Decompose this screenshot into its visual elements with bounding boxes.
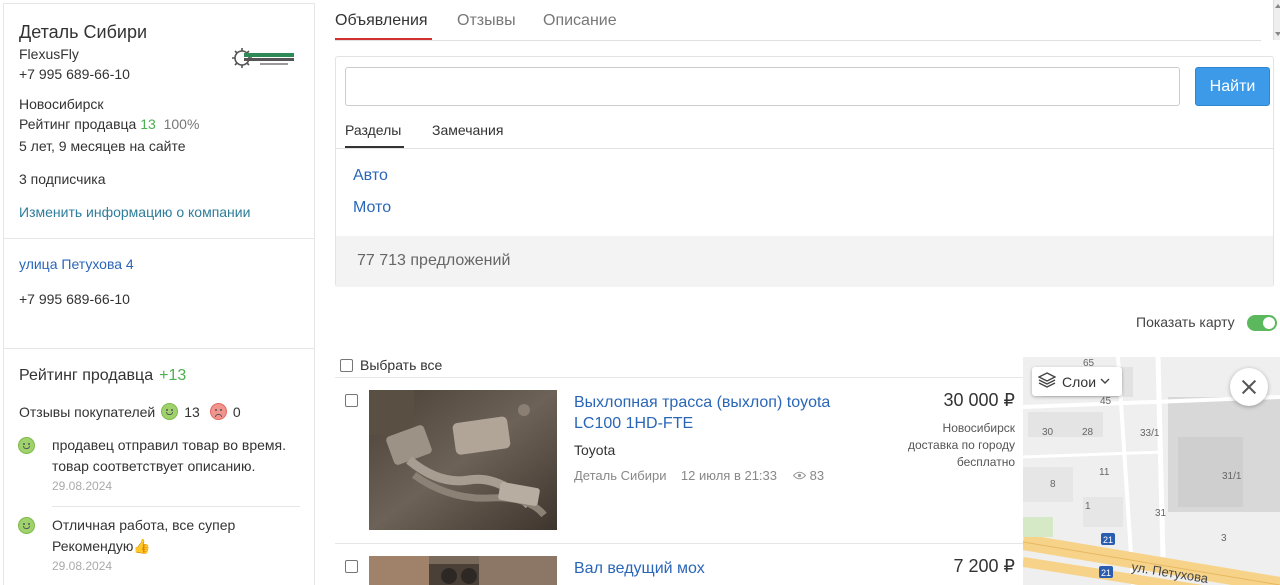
active-tab-indicator bbox=[335, 38, 432, 40]
map-panel[interactable]: 21 21 65 45 30 28 33/1 11 8 31/1 1 31 3 … bbox=[1023, 357, 1280, 585]
buyer-reviews-label: Отзывы покупателей bbox=[19, 403, 156, 420]
house-number: 33/1 bbox=[1140, 428, 1160, 439]
company-logo bbox=[230, 42, 296, 74]
house-number: 31/1 bbox=[1222, 471, 1242, 482]
listing-photo[interactable] bbox=[369, 556, 557, 585]
subtab-sections[interactable]: Разделы bbox=[345, 122, 401, 138]
subtab-remarks[interactable]: Замечания bbox=[432, 122, 503, 138]
listing-views: 83 bbox=[809, 468, 825, 483]
seller-rating-card: Рейтинг продавца +13 Отзывы покупателей 1… bbox=[3, 348, 315, 585]
review-item: продавец отправил товар во время. товар … bbox=[18, 435, 299, 493]
map-layers-button[interactable]: Слои bbox=[1032, 367, 1122, 396]
house-number: 3 bbox=[1221, 533, 1227, 544]
map-close-icon[interactable] bbox=[1230, 368, 1268, 406]
route-badge: 21 bbox=[1103, 535, 1113, 545]
route-badge: 21 bbox=[1101, 568, 1111, 578]
map-layers-label: Слои bbox=[1062, 373, 1097, 390]
show-map-label: Показать карту bbox=[1136, 314, 1235, 330]
listing-price: 7 200 ₽ bbox=[953, 556, 1016, 576]
active-subtab-indicator bbox=[345, 146, 404, 148]
eye-icon bbox=[792, 468, 806, 483]
house-number: 45 bbox=[1100, 396, 1112, 407]
company-rating: Рейтинг продавца 13 100% bbox=[19, 116, 199, 132]
show-map-toggle[interactable] bbox=[1247, 315, 1277, 331]
buyer-reviews-summary: Отзывы покупателей 13 0 bbox=[19, 403, 241, 420]
house-number: 31 bbox=[1155, 508, 1167, 519]
listing-meta: Деталь Сибири 12 июля в 21:33 83 bbox=[574, 468, 824, 483]
address-card: улица Петухова 4 +7 995 689-66-10 bbox=[3, 238, 315, 349]
house-number: 11 bbox=[1099, 467, 1110, 478]
listing-title[interactable]: Выхлопная трасса (выхлоп) toyota LC100 1… bbox=[574, 392, 834, 434]
company-age: 5 лет, 9 месяцев на сайте bbox=[19, 138, 186, 154]
listing-item: Выхлопная трасса (выхлоп) toyota LC100 1… bbox=[335, 390, 1023, 540]
review-text: продавец отправил товар во время. товар … bbox=[52, 437, 286, 474]
select-all[interactable]: Выбрать все bbox=[340, 357, 442, 373]
address-link[interactable]: улица Петухова 4 bbox=[19, 256, 134, 272]
search-panel: Найти Разделы Замечания Авто Мото 77 713… bbox=[335, 56, 1274, 287]
company-handle: FlexusFly bbox=[19, 46, 79, 62]
listing-price: 30 000 ₽ bbox=[943, 390, 1015, 410]
listing-seller[interactable]: Деталь Сибири bbox=[574, 468, 666, 483]
company-city: Новосибирск bbox=[19, 96, 104, 112]
search-subtabs: Разделы Замечания bbox=[336, 119, 1273, 149]
company-rating-percent: 100% bbox=[163, 116, 200, 132]
review-divider bbox=[52, 506, 300, 507]
select-all-label: Выбрать все bbox=[360, 357, 443, 373]
positive-count[interactable]: 13 bbox=[184, 404, 200, 420]
list-divider bbox=[335, 377, 1023, 378]
tab-listings[interactable]: Объявления bbox=[335, 12, 428, 30]
house-number: 28 bbox=[1082, 427, 1094, 438]
address-phone: +7 995 689-66-10 bbox=[19, 291, 130, 307]
positive-face-icon bbox=[18, 437, 35, 454]
listing-city: Новосибирск bbox=[942, 421, 1015, 435]
review-text: Отличная работа, все супер Рекомендую👍 bbox=[52, 517, 236, 554]
company-subscribers: 3 подписчика bbox=[19, 171, 106, 187]
edit-company-link[interactable]: Изменить информацию о компании bbox=[19, 204, 250, 220]
company-card: Деталь Сибири FlexusFly +7 995 689-66-10… bbox=[3, 3, 315, 239]
listing-delivery: Новосибирск доставка по городу бесплатно bbox=[885, 420, 1015, 471]
company-name: Деталь Сибири bbox=[19, 22, 148, 42]
house-number: 30 bbox=[1042, 427, 1054, 438]
review-item: Отличная работа, все супер Рекомендую👍 2… bbox=[18, 515, 299, 573]
seller-sidebar: Деталь Сибири FlexusFly +7 995 689-66-10… bbox=[0, 0, 315, 585]
company-rating-count: 13 bbox=[140, 116, 156, 132]
tab-reviews[interactable]: Отзывы bbox=[457, 12, 516, 30]
review-date: 29.08.2024 bbox=[52, 479, 113, 493]
offers-count: 77 713 предложений bbox=[357, 252, 511, 269]
seller-rating-title: Рейтинг продавца +13 bbox=[19, 367, 186, 385]
company-rating-label: Рейтинг продавца bbox=[19, 116, 137, 132]
listing-checkbox[interactable] bbox=[345, 394, 358, 407]
search-input[interactable] bbox=[345, 67, 1180, 106]
tab-bar: Объявления Отзывы Описание bbox=[335, 0, 1261, 41]
house-number: 8 bbox=[1050, 479, 1056, 490]
listing-photo[interactable] bbox=[369, 390, 557, 530]
scrollbar[interactable] bbox=[1273, 0, 1280, 40]
select-all-checkbox[interactable] bbox=[340, 358, 353, 372]
listing-item: Вал ведущий мох 7 200 ₽ bbox=[335, 556, 1023, 585]
positive-face-icon bbox=[18, 517, 35, 534]
category-link-auto[interactable]: Авто bbox=[353, 167, 388, 185]
listing-delivery-text: доставка по городу бесплатно bbox=[908, 438, 1015, 469]
tab-description[interactable]: Описание bbox=[543, 12, 617, 30]
seller-rating-label: Рейтинг продавца bbox=[19, 367, 154, 384]
listing-brand: Toyota bbox=[574, 442, 616, 458]
layers-icon bbox=[1037, 372, 1057, 391]
seller-rating-value: +13 bbox=[159, 367, 187, 384]
offers-count-bar: 77 713 предложений bbox=[336, 236, 1273, 287]
company-phone: +7 995 689-66-10 bbox=[19, 66, 130, 82]
house-number: 1 bbox=[1085, 501, 1091, 512]
negative-count[interactable]: 0 bbox=[233, 404, 241, 420]
listing-checkbox[interactable] bbox=[345, 560, 358, 573]
positive-face-icon bbox=[161, 403, 179, 420]
negative-face-icon bbox=[209, 403, 227, 420]
list-divider bbox=[335, 543, 1023, 544]
chevron-down-icon bbox=[1100, 376, 1110, 387]
listing-title[interactable]: Вал ведущий мох bbox=[574, 558, 834, 579]
category-link-moto[interactable]: Мото bbox=[353, 199, 391, 217]
search-button[interactable]: Найти bbox=[1195, 67, 1270, 106]
listing-date: 12 июля в 21:33 bbox=[680, 468, 778, 483]
review-date: 29.08.2024 bbox=[52, 559, 113, 573]
